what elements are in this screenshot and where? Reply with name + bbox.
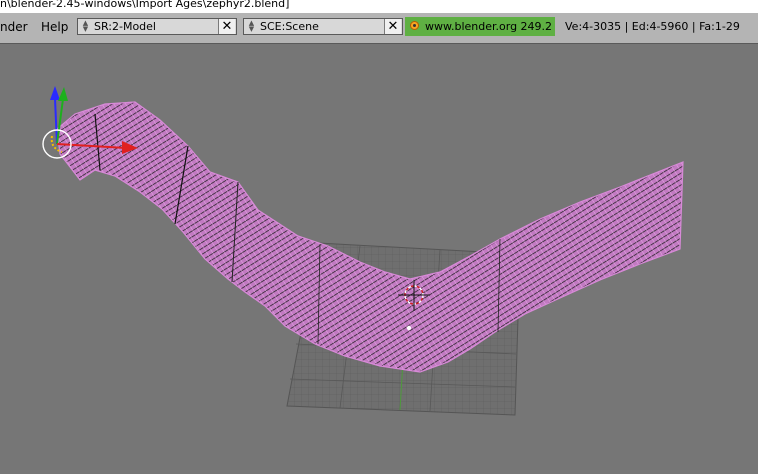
blender-url-badge[interactable]: www.blender.org 249.2 — [405, 17, 555, 36]
mesh-stats: Ve:4-3035 | Ed:4-5960 | Fa:1-29 — [565, 20, 740, 33]
menu-render[interactable]: nder — [0, 19, 28, 35]
up-down-arrows-icon[interactable]: ▲ ▼ — [81, 20, 90, 33]
viewport-canvas[interactable] — [0, 44, 758, 470]
menu-help[interactable]: Help — [41, 19, 68, 35]
up-down-arrows-icon[interactable]: ▲ ▼ — [247, 20, 256, 33]
screen-name-field[interactable]: SR:2-Model — [94, 20, 156, 34]
window-title: n\blender-2.45-windows\Import Ages\zephy… — [0, 0, 290, 10]
window-title-bar: n\blender-2.45-windows\Import Ages\zephy… — [0, 0, 758, 13]
blender-url-text: www.blender.org 249.2 — [425, 20, 553, 33]
scene-name-field[interactable]: SCE:Scene — [260, 20, 319, 34]
close-scene-icon[interactable]: ✕ — [384, 19, 401, 34]
blender-logo-icon — [410, 21, 419, 30]
screen-selector[interactable]: ▲ ▼ SR:2-Model ✕ — [77, 18, 237, 35]
3d-viewport[interactable] — [0, 44, 758, 470]
close-screen-icon[interactable]: ✕ — [218, 19, 235, 34]
info-header: nder Help ▲ ▼ SR:2-Model ✕ ▲ ▼ SCE:Scene ✕… — [0, 13, 758, 44]
scene-selector[interactable]: ▲ ▼ SCE:Scene ✕ — [243, 18, 403, 35]
ribbon-mesh[interactable] — [56, 101, 684, 373]
